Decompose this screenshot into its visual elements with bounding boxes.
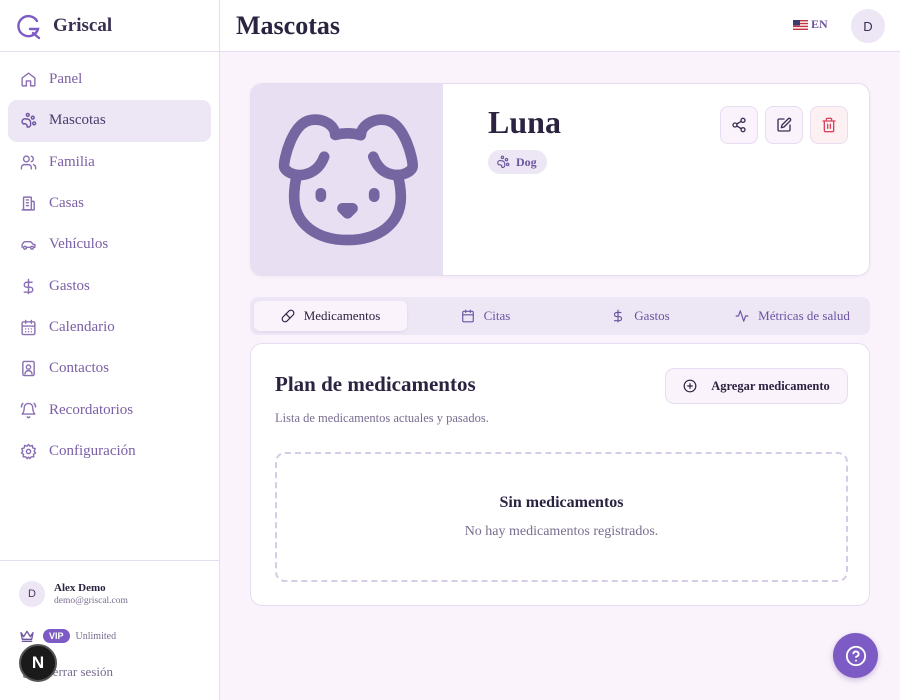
sidebar-item-label: Configuración <box>49 442 136 459</box>
sidebar-item-familia[interactable]: Familia <box>8 142 211 183</box>
language-selector[interactable]: EN <box>793 17 828 32</box>
pet-card: Luna Dog <box>250 83 870 276</box>
add-medication-label: Agregar medicamento <box>711 378 830 393</box>
header-avatar[interactable]: D <box>851 9 885 43</box>
tab-gastos[interactable]: Gastos <box>564 301 717 331</box>
plan-text: Unlimited <box>75 630 117 642</box>
help-icon <box>845 645 866 666</box>
add-medication-button[interactable]: Agregar medicamento <box>665 368 848 404</box>
pet-tabs: Medicamentos Citas Gastos Métricas de sa… <box>250 297 870 335</box>
dollar-icon <box>23 278 34 294</box>
plus-circle-icon <box>683 379 697 393</box>
vip-badge: VIP <box>43 629 70 643</box>
activity-icon <box>735 310 749 322</box>
sidebar-item-mascotas[interactable]: Mascotas <box>8 100 211 142</box>
bell-icon <box>20 402 37 418</box>
tab-label: Medicamentos <box>303 308 381 323</box>
sidebar-item-label: Vehículos <box>49 236 109 253</box>
empty-state-text: No hay medicamentos registrados. <box>464 524 659 539</box>
paw-icon <box>21 113 37 129</box>
plan-row: VIP Unlimited <box>19 629 116 643</box>
sidebar-nav: Panel Mascotas Familia Casas Vehículos G… <box>0 52 219 472</box>
top-header: Mascotas EN D <box>220 0 900 52</box>
calendar-icon <box>461 309 474 323</box>
tab-citas[interactable]: Citas <box>409 301 562 331</box>
sidebar-item-label: Calendario <box>49 318 115 335</box>
us-flag-icon <box>793 19 808 30</box>
page-title: Mascotas <box>236 11 340 40</box>
sidebar: Griscal Panel Mascotas Familia Casas Veh… <box>0 0 220 700</box>
sidebar-item-label: Recordatorios <box>49 401 134 418</box>
species-badge: Dog <box>488 150 547 174</box>
dollar-icon <box>614 309 623 323</box>
section-title: Plan de medicamentos <box>275 372 476 396</box>
users-icon <box>20 155 37 170</box>
tab-metricas-de-salud[interactable]: Métricas de salud <box>719 301 866 331</box>
language-code: EN <box>811 17 828 31</box>
sidebar-item-label: Familia <box>49 153 95 170</box>
user-name: Alex Demo <box>54 582 106 594</box>
pet-photo <box>251 84 443 275</box>
tab-label: Métricas de salud <box>758 308 850 323</box>
dev-tools-badge[interactable]: N <box>19 644 57 682</box>
share-icon <box>732 117 746 133</box>
sidebar-item-calendario[interactable]: Calendario <box>8 307 211 348</box>
sidebar-item-vehiculos[interactable]: Vehículos <box>8 224 211 265</box>
user-profile[interactable]: D Alex Demo demo@griscal.com <box>19 581 128 607</box>
share-button[interactable] <box>720 106 758 144</box>
calendar-icon <box>21 319 36 336</box>
delete-button[interactable] <box>810 106 848 144</box>
building-icon <box>21 196 35 211</box>
sidebar-item-label: Casas <box>49 195 84 212</box>
tab-label: Citas <box>483 308 511 323</box>
app-name: Griscal <box>53 14 113 36</box>
sidebar-item-label: Gastos <box>49 277 90 294</box>
car-icon <box>21 241 36 251</box>
dog-icon <box>278 114 418 246</box>
home-icon <box>21 72 36 87</box>
tab-label: Gastos <box>634 308 670 323</box>
help-button[interactable] <box>833 633 878 678</box>
pet-name: Luna <box>488 104 561 140</box>
sidebar-item-label: Panel <box>49 71 83 88</box>
sidebar-item-panel[interactable]: Panel <box>8 59 211 100</box>
sidebar-item-casas[interactable]: Casas <box>8 183 211 224</box>
trash-icon <box>822 117 836 133</box>
sidebar-item-configuracion[interactable]: Configuración <box>8 431 211 472</box>
avatar: D <box>19 581 45 607</box>
empty-state-title: Sin medicamentos <box>499 494 624 511</box>
brand[interactable]: Griscal <box>0 0 219 52</box>
species-label: Dog <box>516 154 537 169</box>
tab-medicamentos[interactable]: Medicamentos <box>254 301 407 331</box>
edit-icon <box>777 117 792 132</box>
crown-icon <box>20 630 34 642</box>
gear-icon <box>20 443 37 460</box>
link-icon <box>281 309 295 323</box>
sidebar-item-contactos[interactable]: Contactos <box>8 348 211 389</box>
sidebar-item-label: Mascotas <box>49 112 106 129</box>
medication-panel: Plan de medicamentos Lista de medicament… <box>250 343 870 606</box>
sidebar-item-label: Contactos <box>49 360 109 377</box>
empty-state: Sin medicamentos No hay medicamentos reg… <box>275 452 848 582</box>
edit-button[interactable] <box>765 106 803 144</box>
griscal-logo-icon <box>17 14 41 39</box>
paw-icon <box>497 155 510 169</box>
sidebar-item-recordatorios[interactable]: Recordatorios <box>8 389 211 430</box>
user-email: demo@griscal.com <box>54 596 128 606</box>
section-subtitle: Lista de medicamentos actuales y pasados… <box>275 411 489 425</box>
sidebar-item-gastos[interactable]: Gastos <box>8 265 211 306</box>
contact-icon <box>22 360 35 377</box>
